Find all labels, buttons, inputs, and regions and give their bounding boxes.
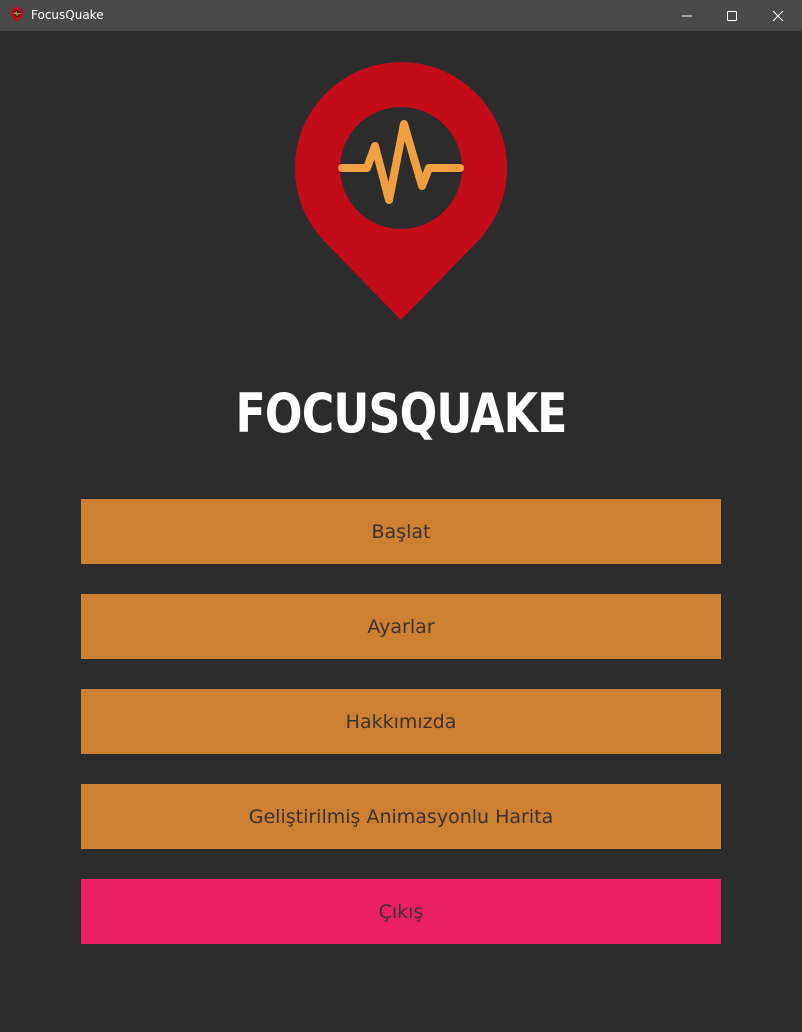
app-heading: FOCUSQUAKE xyxy=(235,382,567,445)
main-content: FOCUSQUAKE Başlat Ayarlar Hakkımızda Gel… xyxy=(0,31,802,1032)
title-bar[interactable]: FocusQuake xyxy=(0,0,802,31)
animated-map-button[interactable]: Geliştirilmiş Animasyonlu Harita xyxy=(81,784,721,849)
app-icon xyxy=(10,7,24,22)
about-button[interactable]: Hakkımızda xyxy=(81,689,721,754)
maximize-icon xyxy=(727,10,737,21)
minimize-button[interactable] xyxy=(664,0,710,31)
settings-button[interactable]: Ayarlar xyxy=(81,594,721,659)
window-title: FocusQuake xyxy=(31,8,104,22)
close-button[interactable] xyxy=(755,0,801,31)
app-window: FocusQuake FOCUSQUAKE Başlat Ayarlar Hak… xyxy=(0,0,802,1032)
exit-button[interactable]: Çıkış xyxy=(81,879,721,944)
maximize-button[interactable] xyxy=(709,0,755,31)
minimize-icon xyxy=(682,15,692,16)
close-icon xyxy=(772,10,784,21)
map-pin-pulse-icon xyxy=(295,62,507,320)
start-button[interactable]: Başlat xyxy=(81,499,721,564)
